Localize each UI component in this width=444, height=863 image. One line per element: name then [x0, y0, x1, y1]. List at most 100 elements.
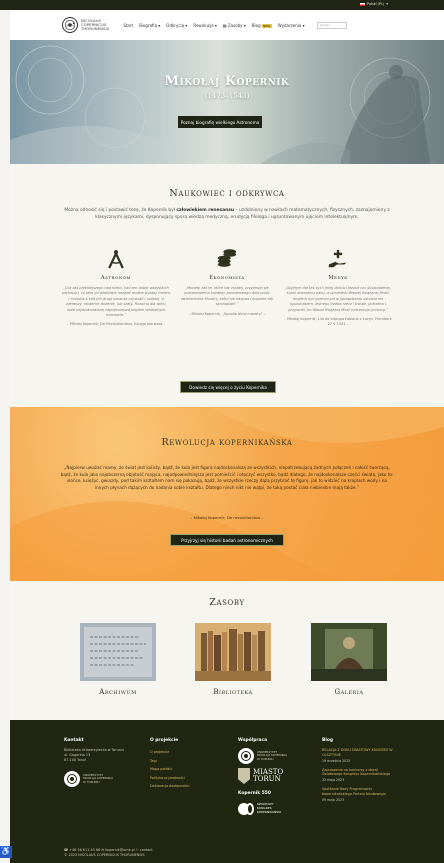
nav-item-blog[interactable]: Blog NEW — [252, 23, 272, 28]
coins-icon — [173, 248, 281, 270]
umk-partner-text: UNIWERSYTET MIKOŁAJA KOPERNIKA W TORUNIU — [257, 750, 287, 762]
gallery-image — [311, 623, 387, 681]
column-quote: „Monety zaś te, które tak zostały, przyj… — [180, 286, 274, 307]
umk-emblem-icon — [238, 748, 254, 764]
column-medyk: Medyk „Objętym dla tak sych miłęj dolośc… — [284, 248, 392, 328]
chevron-down-icon: ▾ — [386, 2, 388, 6]
footer-partners: Współpraca UNIWERSYTET MIKOŁAJA KOPERNIK… — [238, 738, 308, 817]
language-label: Polski (PL) — [367, 2, 385, 6]
city-crest-icon — [238, 768, 250, 784]
section-title: Naukowiec i odkrywca — [169, 188, 285, 199]
resource-label: Galeria — [334, 688, 364, 696]
site-logo[interactable]: Nicolaus Copernicus Thorunensis — [62, 17, 109, 33]
intro-text-bold: człowiekiem renesansu — [176, 208, 234, 213]
manuscript-image — [80, 623, 156, 681]
footer-blog: Blog RELACJA Z DOKU ŚWIATOWY KONGRES W O… — [322, 738, 398, 807]
city-name: MIASTO TORUŃ — [253, 769, 283, 783]
site-footer: Kontakt Biblioteka Uniwersytecka w Torun… — [10, 720, 444, 863]
column-source: – Mikołaj Kopernik, List do biskupa Fabi… — [284, 317, 392, 327]
hero-title: Mikołaj Kopernik — [164, 74, 290, 89]
copyright: © 2023 NICOLAUS COPERNICUS THORUNENSIS — [64, 852, 145, 857]
blog-post-link[interactable]: Spotkanie Rady Programowej Kopernikański… — [322, 787, 398, 797]
search-input[interactable]: Szukaj… — [316, 21, 347, 29]
revolution-source: – Mikołaj Kopernik, De revolutionibus – — [190, 515, 264, 520]
footer-link[interactable]: Deklaracja dostępności — [150, 782, 220, 791]
resource-label: Biblioteka — [213, 688, 253, 696]
column-source: – Mikołaj Kopernik, „Sposób bicia monety… — [188, 311, 266, 316]
footer-link[interactable]: Tagi — [150, 757, 220, 766]
umk-logo[interactable]: UNIWERSYTET MIKOŁAJA KOPERNIKA W TORUNIU — [64, 771, 142, 787]
intro-text-start: Można odnosić się i postawić tezę, że Ko… — [64, 208, 177, 213]
nav-item-biografia[interactable]: Biografia ▾ — [139, 23, 160, 28]
life-more-button[interactable]: Dowiedz się więcej o życiu Kopernika — [180, 381, 276, 393]
footer-heading: Kopernik 550 — [238, 791, 271, 796]
footer-heading: Kontakt — [64, 738, 84, 743]
hero-years: (1473–1543) — [204, 92, 250, 100]
language-switcher[interactable]: Polski (PL) ▾ — [360, 2, 388, 6]
footer-link[interactable]: O projekcie — [150, 748, 220, 757]
resource-archiwum[interactable]: Archiwum — [80, 623, 156, 696]
umk-emblem-icon — [64, 771, 80, 787]
column-source: – Mikołaj Kopernik, De Revolutionibus, K… — [66, 322, 166, 327]
footer-heading: O projekcie — [150, 738, 179, 743]
history-button[interactable]: Przyjrzyj się historii badań astronomicz… — [170, 534, 284, 546]
footer-about: O projekcie O projekcie Tagi Mapa portal… — [150, 738, 220, 791]
column-ekonomista: Ekonomista „Monety zaś te, które tak zos… — [173, 248, 281, 317]
astronomy-background-image — [10, 45, 431, 164]
revolution-quote: „Najpierw uważać mamy, że świat jest kul… — [60, 465, 394, 490]
blog-post-link[interactable]: RELACJA Z DOKU ŚWIATOWY KONGRES W OLSZTY… — [322, 748, 398, 758]
blog-post-link[interactable]: Zaproszenie na konkursy z okazji Światow… — [322, 768, 398, 778]
footer-heading: Współpraca — [238, 738, 268, 743]
nav-item-wydarzenia[interactable]: Wydarzenia ▾ — [278, 23, 305, 28]
resource-galeria[interactable]: Galeria — [311, 623, 387, 696]
column-title: Medyk — [328, 275, 348, 281]
footer-bottom: ☎ +48 56 611 43 66 ✉ kopernik@umk.pl ⚐ c… — [64, 848, 153, 858]
address-line: 87-100 Toruń — [64, 758, 87, 762]
nav-item-start[interactable]: Start — [123, 23, 133, 28]
main-nav: Start Biografia ▾ Odkrycia ▾ Rewolucja ▾… — [123, 21, 347, 29]
revolution-section: Rewolucja kopernikańska „Najpierw uważać… — [10, 407, 444, 581]
nav-item-blog-label: Blog — [251, 22, 261, 28]
footer-link[interactable]: Mapa portalu — [150, 765, 220, 774]
resources-section: Zasoby Archiwum Biblioteka Galeria — [10, 581, 444, 720]
logo-line: Thorunensis — [81, 27, 110, 31]
resource-biblioteka[interactable]: Biblioteka — [195, 623, 271, 696]
city-name-line: TORUŃ — [253, 775, 281, 783]
section-title: Zasoby — [209, 597, 245, 608]
top-bar: Polski (PL) ▾ — [0, 0, 444, 10]
new-badge: NEW — [261, 23, 272, 28]
library-image — [195, 623, 271, 681]
column-quote: „Cóż zaś piękniejszego nad niebo, nad te… — [62, 286, 170, 318]
footer-contact: Kontakt Biblioteka Uniwersytecka w Torun… — [64, 738, 142, 787]
hero-banner: Mikołaj Kopernik (1473–1543) Poznaj biog… — [10, 40, 444, 164]
blog-post-date: 23 maja 2023 — [322, 778, 345, 783]
intro-text: Można odnosić się i postawić tezę, że Ko… — [62, 208, 392, 221]
column-title: Astronom — [100, 275, 132, 281]
footer-heading: Blog — [322, 738, 334, 743]
compass-icon — [62, 248, 170, 270]
nav-item-odkrycia[interactable]: Odkrycia ▾ — [166, 23, 187, 28]
accessibility-icon[interactable]: ♿ — [0, 846, 12, 858]
resource-label: Archiwum — [99, 688, 137, 696]
logo-text: Nicolaus Copernicus Thorunensis — [81, 19, 109, 31]
section-title: Rewolucja kopernikańska — [161, 437, 293, 448]
orange-wave-decoration — [10, 407, 444, 581]
torun-city-logo[interactable]: MIASTO TORUŃ — [238, 768, 308, 784]
copernicus-logo-icon — [62, 17, 78, 33]
blog-post-date: 09 maja 2023 — [322, 797, 345, 802]
logo-line: W TORUNIU — [83, 779, 100, 784]
umk-partner-logo[interactable]: UNIWERSYTET MIKOŁAJA KOPERNIKA W TORUNIU — [238, 748, 308, 764]
column-title: Ekonomista — [209, 275, 245, 281]
nav-item-rewolucja[interactable]: Rewolucja ▾ — [193, 23, 216, 28]
scientist-section: Naukowiec i odkrywca Można odnosić się i… — [10, 164, 444, 407]
column-quote: „Objętym dla tak sych miłęj dolości Jezu… — [284, 286, 392, 312]
polish-flag-icon — [360, 2, 366, 6]
kongres-logo[interactable]: ŚWIATOWY KONGRES KOPERNIKAŃSKI — [238, 801, 308, 817]
nav-item-zasoby[interactable]: ▦ Zasoby ▾ — [223, 23, 246, 28]
footer-link[interactable]: Polityka prywatności — [150, 774, 220, 783]
logo-line: W TORUNIU — [257, 756, 274, 761]
hand-heart-icon — [284, 248, 392, 270]
site-header: Nicolaus Copernicus Thorunensis Start Bi… — [10, 10, 444, 40]
logo-line: KOPERNIKAŃSKI — [257, 809, 282, 814]
biography-button[interactable]: Poznaj biografię wielkiego Astronoma — [178, 116, 262, 128]
